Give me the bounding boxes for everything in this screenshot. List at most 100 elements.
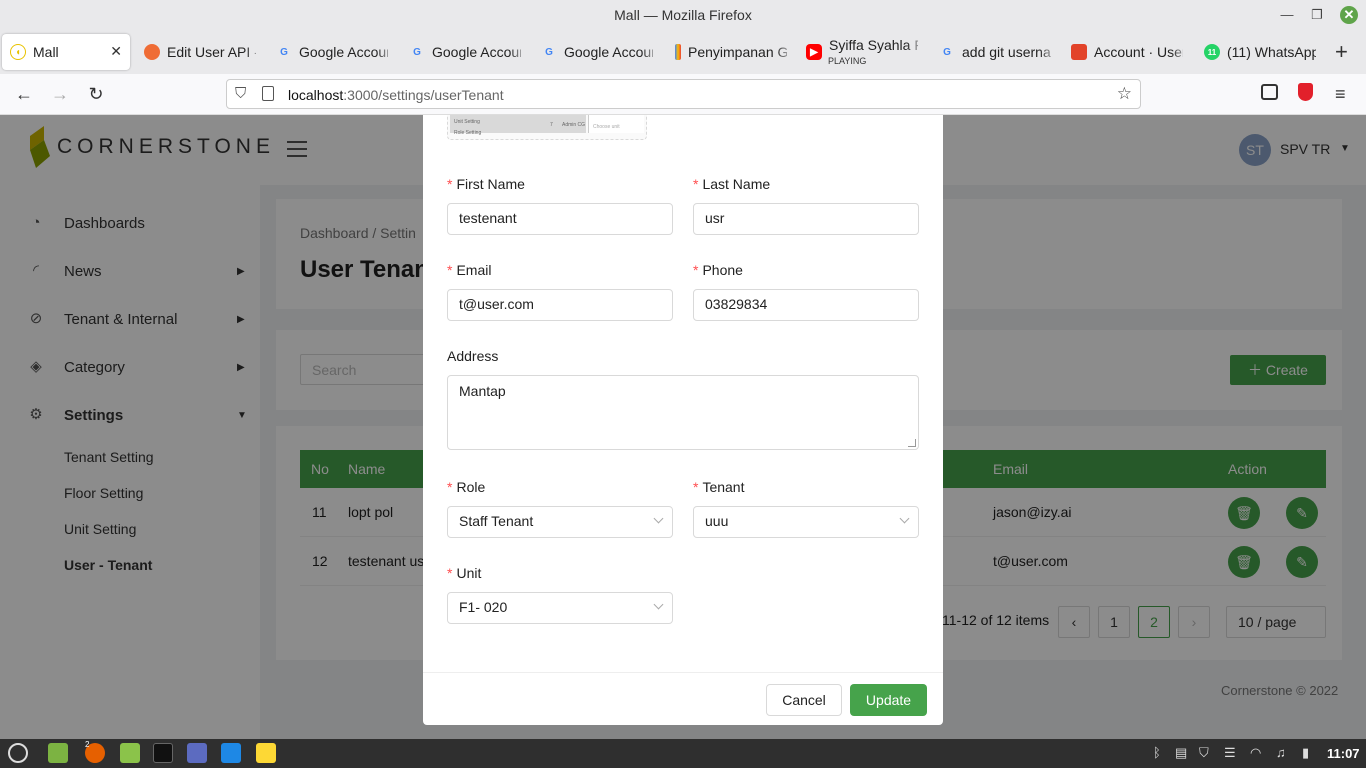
preview-text: Unit Setting	[454, 119, 480, 125]
window-titlebar: Mall — Mozilla Firefox — ❐ ✕	[0, 0, 1366, 30]
navigation-toolbar: ← → ↻ ⛉ localhost:3000/settings/userTena…	[0, 74, 1366, 115]
chevron-down-icon	[653, 599, 664, 610]
close-window-button[interactable]: ✕	[1340, 6, 1358, 24]
start-menu-icon[interactable]	[8, 743, 28, 763]
google-one-favicon-icon	[675, 44, 681, 60]
pocket-icon[interactable]	[1261, 84, 1278, 100]
notes-icon[interactable]	[256, 743, 276, 763]
last-name-field[interactable]: usr	[693, 203, 919, 235]
cancel-button[interactable]: Cancel	[766, 684, 842, 716]
role-select[interactable]: Staff Tenant	[447, 506, 673, 538]
window-title: Mall — Mozilla Firefox	[614, 7, 752, 23]
last-name-label: * Last Name	[693, 176, 771, 192]
clock[interactable]: 11:07	[1327, 746, 1360, 761]
bookmark-star-icon[interactable]: ☆	[1117, 84, 1132, 104]
address-bar[interactable]: ⛉ localhost:3000/settings/userTenant ☆	[226, 79, 1141, 109]
preview-text: 7	[550, 122, 553, 128]
role-label: * Role	[447, 479, 486, 495]
role-value: Staff Tenant	[459, 513, 534, 529]
bluetooth-icon[interactable]: ᛒ	[1153, 745, 1161, 760]
tenant-select[interactable]: uuu	[693, 506, 919, 538]
tab-label: Edit User API -	[167, 44, 256, 60]
shield-icon[interactable]: ⛉	[235, 85, 246, 102]
tab-gitlab-account[interactable]: Account · User	[1063, 34, 1191, 70]
maximize-button[interactable]: ❐	[1308, 6, 1326, 24]
google-favicon-icon: G	[545, 46, 553, 58]
terminal-icon[interactable]	[153, 743, 173, 763]
files-icon[interactable]	[120, 743, 140, 763]
edit-user-modal: Unit Setting Role Setting 7 Admin CG Cho…	[423, 115, 943, 725]
email-field[interactable]: t@user.com	[447, 289, 673, 321]
image-preview[interactable]: Unit Setting Role Setting 7 Admin CG Cho…	[447, 115, 647, 140]
tenant-value: uuu	[705, 513, 729, 529]
url-text: localhost:3000/settings/userTenant	[288, 87, 504, 103]
email-label: * Email	[447, 262, 492, 278]
show-desktop-icon[interactable]	[48, 743, 68, 763]
forward-arrow-icon[interactable]: →	[49, 83, 71, 105]
update-button[interactable]: Update	[850, 684, 927, 716]
unit-select[interactable]: F1- 020	[447, 592, 673, 624]
first-name-field[interactable]: testenant	[447, 203, 673, 235]
reload-icon[interactable]: ↻	[85, 83, 107, 105]
address-value: Mantap	[459, 383, 506, 399]
tab-strip: ◖ Mall ✕ Edit User API - G Google Accoun…	[0, 30, 1366, 74]
battery-icon[interactable]: ▮	[1302, 745, 1309, 761]
extension-shield-icon[interactable]	[1298, 83, 1313, 101]
close-tab-icon[interactable]: ✕	[110, 43, 122, 60]
tab-label: Account · User	[1094, 44, 1183, 60]
tab-add-git-username[interactable]: G add git usernar	[931, 34, 1059, 70]
tab-google-account-2[interactable]: G Google Accoun	[401, 34, 529, 70]
updates-icon[interactable]: ☰	[1224, 745, 1236, 761]
postman-favicon-icon	[144, 44, 160, 60]
google-favicon-icon: G	[943, 46, 951, 58]
tab-label: add git usernar	[962, 44, 1051, 60]
tab-label: (11) WhatsApp	[1227, 44, 1316, 60]
vscode-icon[interactable]	[221, 743, 241, 763]
modal-footer: Cancel Update	[423, 672, 943, 725]
address-label: Address	[447, 348, 499, 364]
tab-label: Google Accoun	[299, 44, 388, 60]
tab-google-account-3[interactable]: G Google Accoun	[533, 34, 661, 70]
window-count-badge: 2	[85, 740, 90, 749]
new-tab-plus-icon[interactable]: +	[1335, 39, 1348, 65]
tab-whatsapp[interactable]: 11 (11) WhatsApp	[1196, 34, 1324, 70]
tab-label: Google Accoun	[432, 44, 521, 60]
tab-label: Syiffa Syahla F	[829, 37, 918, 53]
chevron-down-icon	[899, 513, 910, 524]
preview-text: Role Setting	[454, 130, 482, 136]
shield-tray-icon[interactable]: ⛉	[1199, 745, 1209, 761]
tab-google-drive-storage[interactable]: Penyimpanan G	[667, 34, 795, 70]
media-player-icon[interactable]	[187, 743, 207, 763]
unit-value: F1- 020	[459, 599, 508, 615]
google-favicon-icon: G	[280, 46, 288, 58]
tab-google-account-1[interactable]: G Google Accoun	[268, 34, 396, 70]
phone-field[interactable]: 03829834	[693, 289, 919, 321]
tenant-label: * Tenant	[693, 479, 745, 495]
youtube-favicon-icon: ▶	[806, 44, 822, 60]
menu-icon[interactable]: ≡	[1335, 84, 1346, 105]
volume-icon[interactable]: ♫	[1276, 745, 1286, 760]
tab-label: Google Accoun	[564, 44, 653, 60]
minimize-button[interactable]: —	[1278, 6, 1296, 24]
clipboard-icon[interactable]: ▤	[1175, 745, 1187, 761]
preview-screenshot: Unit Setting Role Setting 7 Admin CG	[450, 115, 586, 136]
preview-text: Admin CG	[562, 122, 586, 128]
chevron-down-icon	[653, 513, 664, 524]
tab-mall[interactable]: ◖ Mall ✕	[2, 34, 130, 70]
preview-text: Choose unit	[593, 124, 620, 130]
wifi-icon[interactable]: ◠	[1250, 745, 1261, 761]
google-favicon-icon: G	[413, 46, 421, 58]
page-info-icon[interactable]	[262, 86, 274, 101]
mall-favicon-icon: ◖	[10, 44, 26, 60]
gitlab-favicon-icon	[1071, 44, 1087, 60]
tab-youtube-playing[interactable]: ▶ Syiffa Syahla F PLAYING	[798, 34, 926, 70]
address-field[interactable]: Mantap	[447, 375, 919, 450]
phone-label: * Phone	[693, 262, 743, 278]
tab-label: Penyimpanan G	[688, 44, 787, 60]
tab-playing-label: PLAYING	[828, 56, 867, 66]
tab-edit-user-api[interactable]: Edit User API -	[136, 34, 264, 70]
unit-label: * Unit	[447, 565, 482, 581]
first-name-label: * First Name	[447, 176, 525, 192]
back-arrow-icon[interactable]: ←	[13, 83, 35, 105]
preview-screenshot-side: Choose unit	[588, 115, 644, 133]
